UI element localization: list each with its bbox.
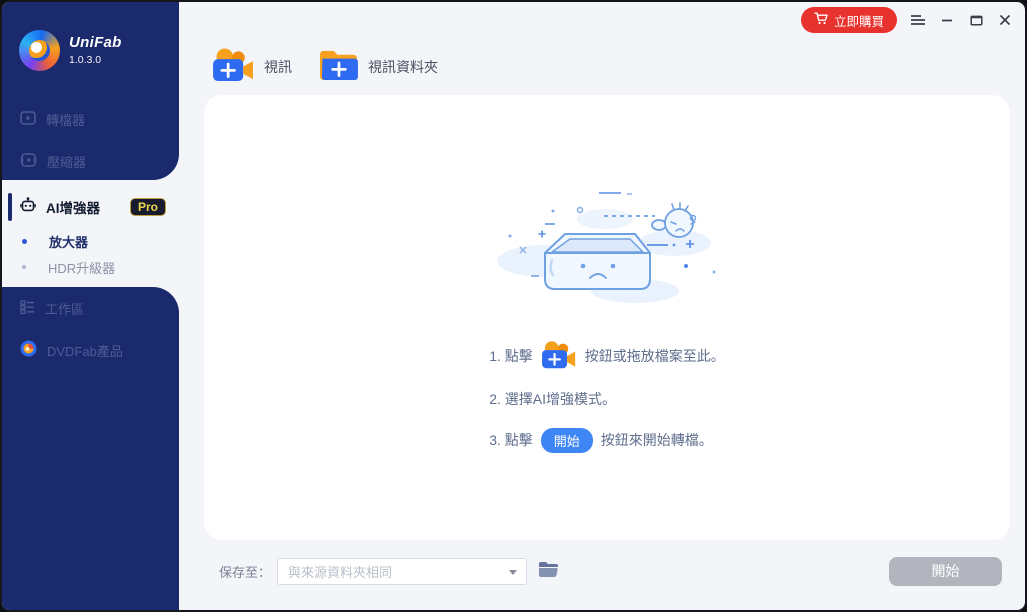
maximize-icon[interactable] [968,12,984,28]
minimize-icon[interactable] [939,12,955,28]
sidebar-item-workspace[interactable]: 工作區 [2,287,179,329]
add-video-button[interactable]: 視訊 [212,47,292,87]
inline-start-button[interactable]: 開始 [540,427,593,453]
sidebar-item-compressor[interactable]: 壓縮器 [2,140,179,182]
sidebar-item-enlarger[interactable]: 放大器 [2,228,179,254]
add-video-label: 視訊 [264,58,292,75]
unifab-logo-icon [19,29,60,71]
dropdown-arrow-icon [509,569,518,575]
step3-text-post: 按鈕來開始轉檔。 [600,432,713,448]
app-version: 1.0.3.0 [69,54,102,66]
ai-robot-icon [20,197,36,217]
sidebar-item-label: 工作區 [45,301,85,317]
app-logo: UniFab 1.0.3.0 [2,2,179,98]
sidebar-top-section: UniFab 1.0.3.0 轉檔器 壓縮器 [2,2,179,180]
instruction-step-1: 1. 點擊 按鈕或拖放檔案至此。 [489,340,725,372]
sidebar-bottom-section: 工作區 DVDFab產品 [2,287,179,610]
step3-text-pre: 3. 點擊 [489,432,533,448]
sidebar: UniFab 1.0.3.0 轉檔器 壓縮器 AI增強器 Pro 放大器 HDR… [2,2,179,610]
add-video-camera-icon [212,47,255,87]
close-icon[interactable] [997,12,1013,28]
add-video-folder-button[interactable]: 視訊資料夾 [318,47,438,86]
titlebar: 立即購買 [179,2,1025,38]
bottom-bar: 保存至： 與來源資料夾相同 開始 [179,540,1025,610]
workspace-list-icon [20,299,35,317]
add-video-folder-label: 視訊資料夾 [368,58,438,75]
bullet-icon [22,265,26,269]
sidebar-item-label: 轉檔器 [46,112,86,128]
sidebar-item-label: 壓縮器 [47,154,87,170]
dvdfab-logo-icon [20,340,37,360]
sidebar-item-ai-enhancer[interactable]: AI增強器 Pro [2,192,179,222]
inline-add-video-icon [541,340,577,372]
sidebar-item-label: HDR升級器 [48,260,116,276]
bullet-icon [22,238,27,244]
step1-text-pre: 1. 點擊 [489,348,533,364]
browse-folder-button[interactable] [536,559,561,583]
save-to-label: 保存至： [219,564,272,580]
sidebar-item-hdr-upscaler[interactable]: HDR升級器 [2,254,179,280]
buy-now-button[interactable]: 立即購買 [800,7,897,33]
app-window: UniFab 1.0.3.0 轉檔器 壓縮器 AI增強器 Pro 放大器 HDR… [0,0,1027,612]
empty-box-illustration [487,181,727,326]
sidebar-active-section: AI增強器 Pro 放大器 HDR升級器 [2,180,179,287]
menu-icon[interactable] [910,12,926,28]
buy-now-label: 立即購買 [833,14,884,29]
step2-text: 2. 選擇AI增強模式。 [489,391,616,407]
sidebar-item-label: 放大器 [49,234,89,250]
toolbar: 視訊 視訊資料夾 [179,38,1025,95]
start-button[interactable]: 開始 [889,556,1002,586]
app-brand: UniFab [69,34,122,51]
instructions: 1. 點擊 按鈕或拖放檔案至此。 2. 選擇AI增強模式。 3. 點擊 開始 按… [489,340,725,454]
add-video-folder-icon [318,47,359,86]
save-path-value: 與來源資料夾相同 [288,564,393,580]
logo-text: UniFab 1.0.3.0 [69,34,122,66]
sidebar-item-dvdfab-products[interactable]: DVDFab產品 [2,329,179,371]
save-path-dropdown[interactable]: 與來源資料夾相同 [277,557,528,585]
step1-text-post: 按鈕或拖放檔案至此。 [584,348,725,364]
converter-play-icon [20,110,36,128]
pro-badge: Pro [129,198,166,216]
sidebar-item-label: DVDFab產品 [47,343,123,359]
instruction-step-3: 3. 點擊 開始 按鈕來開始轉檔。 [489,426,725,454]
instruction-step-2: 2. 選擇AI增強模式。 [489,385,725,413]
cart-icon [814,12,828,28]
main-area: 立即購買 視訊 視訊資料夾 1. 點擊 按鈕或拖放檔案至此。 2. 選擇AI增強… [179,2,1025,610]
drop-zone-panel[interactable]: 1. 點擊 按鈕或拖放檔案至此。 2. 選擇AI增強模式。 3. 點擊 開始 按… [204,95,1010,540]
compressor-icon [20,152,37,170]
sidebar-item-converter[interactable]: 轉檔器 [2,98,179,140]
sidebar-item-label: AI增強器 [46,201,100,216]
browse-folder-icon [538,562,559,581]
